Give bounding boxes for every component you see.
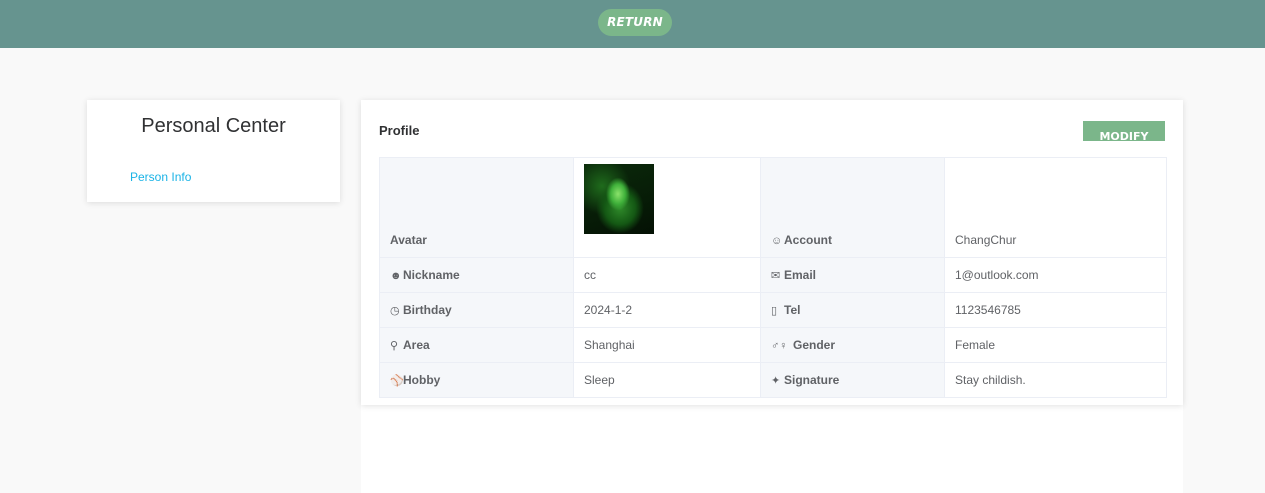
table-row: ◷ Birthday 2024-1-2 ▯ Tel 1123546785 bbox=[379, 292, 1167, 328]
avatar[interactable] bbox=[584, 164, 654, 234]
hobby-label-cell: ⚾Hobby bbox=[379, 362, 574, 398]
email-label-cell: ✉ Email bbox=[760, 257, 945, 293]
nickname-label-cell: ☻Nickname bbox=[379, 257, 574, 293]
tel-value: 1123546785 bbox=[955, 303, 1021, 317]
profile-card: Profile MODIFY Avatar ☺ Account ChangChur… bbox=[361, 100, 1183, 405]
hobby-value-cell: Sleep bbox=[573, 362, 761, 398]
birthday-label: Birthday bbox=[403, 303, 452, 317]
signature-label-cell: ✦ Signature bbox=[760, 362, 945, 398]
nickname-label: Nickname bbox=[403, 268, 460, 282]
email-value: 1@outlook.com bbox=[955, 268, 1039, 282]
sidebar-title: Personal Center bbox=[141, 115, 286, 137]
birthday-label-cell: ◷ Birthday bbox=[379, 292, 574, 328]
birthday-value-cell: 2024-1-2 bbox=[573, 292, 761, 328]
tel-label: Tel bbox=[784, 303, 801, 317]
account-value-cell: ChangChur bbox=[944, 157, 1167, 258]
table-row: Avatar ☺ Account ChangChur bbox=[379, 157, 1167, 258]
envelope-icon: ✉ bbox=[771, 270, 781, 282]
email-label: Email bbox=[784, 268, 817, 282]
area-label: Area bbox=[403, 338, 430, 352]
sidebar-item-person-info[interactable]: Person Info bbox=[130, 170, 191, 184]
clock-icon: ◷ bbox=[390, 305, 400, 317]
location-person-icon: ⚲ bbox=[390, 340, 399, 352]
account-label: Account bbox=[784, 233, 832, 247]
email-value-cell: 1@outlook.com bbox=[944, 257, 1167, 293]
signature-value-cell: Stay childish. bbox=[944, 362, 1167, 398]
avatar-value-cell bbox=[573, 157, 761, 258]
area-value-cell: Shanghai bbox=[573, 327, 761, 363]
signature-label: Signature bbox=[784, 373, 840, 387]
table-row: ⚲ Area Shanghai ♂♀ Gender Female bbox=[379, 327, 1167, 363]
gender-value: Female bbox=[955, 338, 996, 352]
sidebar-card: Personal Center Person Info bbox=[87, 100, 340, 202]
modify-button-clip: MODIFY bbox=[1083, 121, 1165, 141]
user-outline-icon: ☺ bbox=[771, 235, 783, 247]
male-female-icon: ♂♀ bbox=[771, 340, 788, 352]
table-row: ☻Nickname cc ✉ Email 1@outlook.com bbox=[379, 257, 1167, 293]
nickname-value-cell: cc bbox=[573, 257, 761, 293]
tel-value-cell: 1123546785 bbox=[944, 292, 1167, 328]
user-solid-icon: ☻ bbox=[390, 270, 402, 282]
account-label-cell: ☺ Account bbox=[760, 157, 945, 258]
avatar-label-cell: Avatar bbox=[379, 157, 574, 258]
nickname-value: cc bbox=[584, 268, 596, 282]
hobby-label: Hobby bbox=[403, 373, 441, 387]
basketball-icon: ⚾ bbox=[390, 375, 404, 387]
profile-table: Avatar ☺ Account ChangChur ☻Nickname cc ✉… bbox=[379, 157, 1167, 398]
hobby-value: Sleep bbox=[584, 373, 615, 387]
area-label-cell: ⚲ Area bbox=[379, 327, 574, 363]
gender-value-cell: Female bbox=[944, 327, 1167, 363]
mobile-phone-icon: ▯ bbox=[771, 305, 778, 317]
account-value: ChangChur bbox=[955, 233, 1017, 247]
gender-label-cell: ♂♀ Gender bbox=[760, 327, 945, 363]
return-button[interactable]: RETURN bbox=[598, 9, 672, 36]
signature-value: Stay childish. bbox=[955, 373, 1026, 387]
top-bar: RETURN bbox=[0, 0, 1265, 48]
avatar-label: Avatar bbox=[390, 233, 427, 247]
table-row: ⚾Hobby Sleep ✦ Signature Stay childish. bbox=[379, 362, 1167, 398]
tel-label-cell: ▯ Tel bbox=[760, 292, 945, 328]
profile-title: Profile bbox=[379, 123, 420, 138]
modify-button-label: MODIFY bbox=[1099, 130, 1149, 141]
sparkle-icon: ✦ bbox=[771, 375, 781, 387]
gender-label: Gender bbox=[793, 338, 836, 352]
area-value: Shanghai bbox=[584, 338, 635, 352]
modify-button[interactable]: MODIFY bbox=[1083, 121, 1165, 141]
birthday-value: 2024-1-2 bbox=[584, 303, 633, 317]
